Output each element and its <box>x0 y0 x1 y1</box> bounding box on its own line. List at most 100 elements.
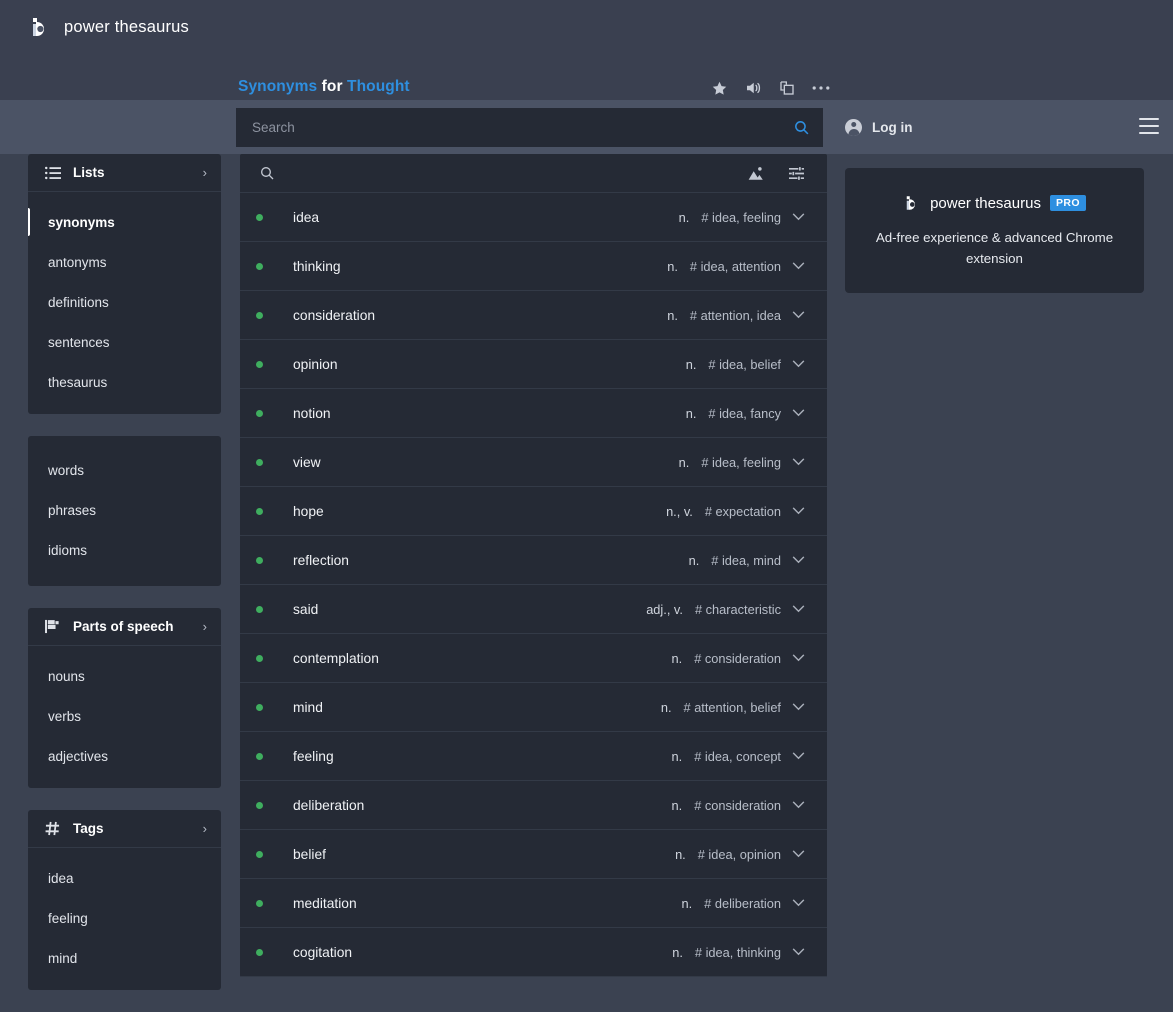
page-body: Lists › synonyms antonyms definitions se… <box>0 154 1173 990</box>
table-row[interactable]: thinking n. # idea, attention <box>240 242 827 291</box>
promo-description: Ad-free experience & advanced Chrome ext… <box>875 230 1114 266</box>
sidebar-item-label: synonyms <box>48 214 115 230</box>
row-tags: # idea, feeling <box>701 209 781 225</box>
sidebar-item-label: thesaurus <box>48 374 108 390</box>
row-pos: adj., v. <box>646 601 683 617</box>
chevron-down-icon[interactable] <box>781 507 815 515</box>
chevron-down-icon[interactable] <box>781 556 815 564</box>
sliders-icon[interactable] <box>783 160 809 186</box>
menu-icon[interactable] <box>1139 118 1159 134</box>
ellipsis-icon[interactable] <box>808 76 834 100</box>
copy-icon[interactable] <box>774 76 800 100</box>
row-tags: # idea, attention <box>689 258 781 274</box>
sidebar-item-words[interactable]: words <box>28 450 221 490</box>
row-term: view <box>293 454 321 470</box>
table-row[interactable]: reflection n. # idea, mind <box>240 536 827 585</box>
row-tags: # idea, belief <box>708 356 781 372</box>
sidebar-item-definitions[interactable]: definitions <box>28 282 221 322</box>
row-pos: n. <box>678 209 690 225</box>
pro-promo-card[interactable]: power thesaurus PRO Ad-free experience &… <box>845 168 1144 294</box>
sidebar-item-mind[interactable]: mind <box>28 938 221 978</box>
chevron-down-icon[interactable] <box>781 752 815 760</box>
sidebar-item-feeling[interactable]: feeling <box>28 898 221 938</box>
sidebar-section-lists-body: synonyms antonyms definitions sentences … <box>28 192 221 414</box>
sidebar-section-tags-header[interactable]: Tags › <box>28 810 221 848</box>
table-row[interactable]: idea n. # idea, feeling <box>240 193 827 242</box>
chevron-down-icon[interactable] <box>781 360 815 368</box>
table-row[interactable]: cogitation n. # idea, thinking <box>240 928 827 977</box>
bullet-icon <box>256 311 263 319</box>
sidebar-section-parts-of-speech-header[interactable]: Parts of speech › <box>28 608 221 646</box>
bullet-icon <box>256 654 263 662</box>
sidebar-item-idioms[interactable]: idioms <box>28 530 221 570</box>
row-term: reflection <box>293 552 349 568</box>
sidebar-item-antonyms[interactable]: antonyms <box>28 242 221 282</box>
bullet-icon <box>256 948 263 956</box>
search-bar <box>236 108 823 147</box>
table-row[interactable]: consideration n. # attention, idea <box>240 291 827 340</box>
search-icon[interactable] <box>254 160 280 186</box>
chevron-down-icon[interactable] <box>781 948 815 956</box>
sidebar-item-verbs[interactable]: verbs <box>28 696 221 736</box>
table-row[interactable]: opinion n. # idea, belief <box>240 340 827 389</box>
chevron-right-icon: › <box>202 619 207 634</box>
sidebar-item-nouns[interactable]: nouns <box>28 656 221 696</box>
row-pos: n. <box>671 650 683 666</box>
row-term: contemplation <box>293 650 379 666</box>
chevron-down-icon[interactable] <box>781 801 815 809</box>
chevron-down-icon[interactable] <box>781 311 815 319</box>
table-row[interactable]: said adj., v. # characteristic <box>240 585 827 634</box>
logo[interactable]: power thesaurus <box>28 0 189 54</box>
chevron-down-icon[interactable] <box>781 213 815 221</box>
sidebar-section-lists-header[interactable]: Lists › <box>28 154 221 192</box>
table-row[interactable]: belief n. # idea, opinion <box>240 830 827 879</box>
sidebar: Lists › synonyms antonyms definitions se… <box>28 154 221 1012</box>
sidebar-item-label: words <box>48 462 85 478</box>
pro-badge: PRO <box>1049 195 1086 211</box>
search-input[interactable] <box>236 108 779 147</box>
chevron-down-icon[interactable] <box>781 703 815 711</box>
row-tags: # consideration <box>694 650 781 666</box>
table-row[interactable]: mind n. # attention, belief <box>240 683 827 732</box>
sidebar-item-sentences[interactable]: sentences <box>28 322 221 362</box>
brand-logo-icon <box>903 194 921 212</box>
sidebar-item-synonyms[interactable]: synonyms <box>28 202 221 242</box>
flag-icon <box>44 618 61 635</box>
chevron-down-icon[interactable] <box>781 850 815 858</box>
login-button[interactable]: Log in <box>845 100 913 154</box>
menu-bar-2 <box>1139 125 1159 127</box>
sidebar-item-adjectives[interactable]: adjectives <box>28 736 221 776</box>
table-row[interactable]: feeling n. # idea, concept <box>240 732 827 781</box>
star-icon[interactable] <box>706 76 732 100</box>
image-icon[interactable] <box>743 160 769 186</box>
chevron-down-icon[interactable] <box>781 899 815 907</box>
table-row[interactable]: view n. # idea, feeling <box>240 438 827 487</box>
row-pos: n. <box>667 307 678 323</box>
row-tags: # consideration <box>694 797 781 813</box>
row-term: meditation <box>293 895 357 911</box>
bullet-icon <box>256 801 263 809</box>
chevron-down-icon[interactable] <box>781 458 815 466</box>
speaker-icon[interactable] <box>740 76 766 100</box>
table-row[interactable]: notion n. # idea, fancy <box>240 389 827 438</box>
row-pos: n. <box>667 258 678 274</box>
chevron-down-icon[interactable] <box>781 654 815 662</box>
table-row[interactable]: meditation n. # deliberation <box>240 879 827 928</box>
chevron-down-icon[interactable] <box>781 262 815 270</box>
bullet-icon <box>256 409 263 417</box>
sidebar-item-label: definitions <box>48 294 109 310</box>
sidebar-item-idea[interactable]: idea <box>28 858 221 898</box>
sidebar-item-phrases[interactable]: phrases <box>28 490 221 530</box>
row-tags: # idea, mind <box>711 552 781 568</box>
chevron-down-icon[interactable] <box>781 409 815 417</box>
sidebar-item-thesaurus[interactable]: thesaurus <box>28 362 221 402</box>
table-row[interactable]: deliberation n. # consideration <box>240 781 827 830</box>
table-row[interactable]: hope n., v. # expectation <box>240 487 827 536</box>
row-pos: n., v. <box>666 503 693 519</box>
search-icon[interactable] <box>779 108 823 147</box>
login-label: Log in <box>872 119 913 135</box>
menu-bar-1 <box>1139 118 1159 120</box>
chevron-down-icon[interactable] <box>781 605 815 613</box>
table-row[interactable]: contemplation n. # consideration <box>240 634 827 683</box>
promo-brand: power thesaurus PRO <box>865 194 1124 212</box>
